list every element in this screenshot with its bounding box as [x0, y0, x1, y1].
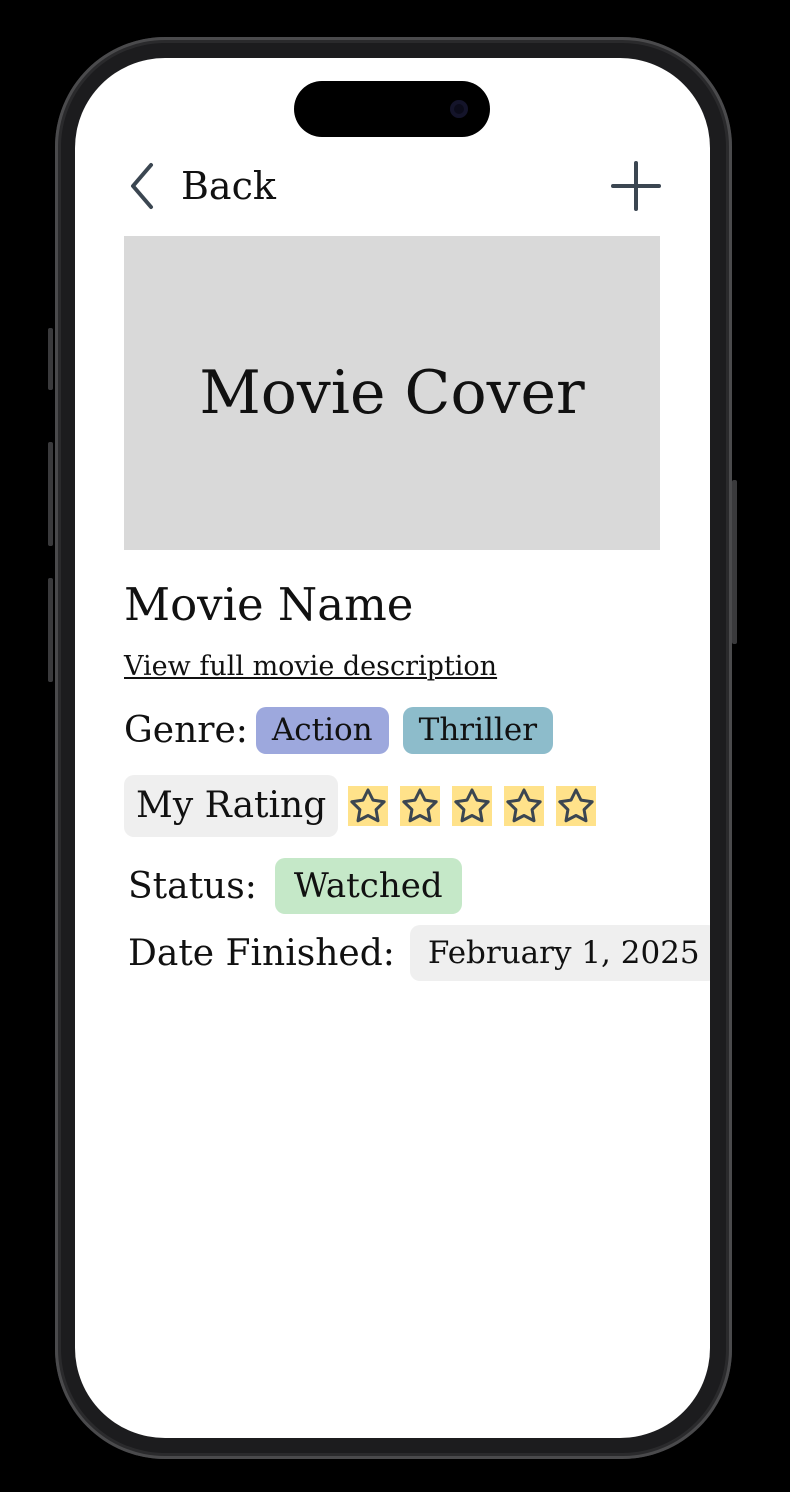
plus-icon[interactable]: [610, 160, 662, 212]
volume-up-button: [48, 442, 53, 546]
status-badge[interactable]: Watched: [274, 858, 462, 914]
back-label: Back: [181, 164, 276, 208]
date-finished-row: Date Finished: February 1, 2025: [128, 925, 710, 981]
action-button: [48, 328, 53, 390]
screen: Back Movie Cover Movie Name View full mo…: [75, 58, 710, 1438]
star-outline-icon[interactable]: [504, 786, 545, 826]
back-button[interactable]: Back: [127, 158, 276, 214]
star-outline-icon[interactable]: [556, 786, 597, 826]
genre-label: Genre:: [124, 710, 248, 751]
genre-row: Genre: Action Thriller: [124, 707, 554, 754]
genre-tag-action[interactable]: Action: [255, 707, 389, 754]
star-outline-icon[interactable]: [348, 786, 389, 826]
power-button: [732, 480, 737, 644]
chevron-left-icon: [131, 163, 153, 209]
movie-cover-label: Movie Cover: [199, 358, 585, 428]
status-row: Status: Watched: [128, 858, 462, 914]
camera-icon: [450, 100, 468, 118]
star-outline-icon[interactable]: [400, 786, 441, 826]
dynamic-island: [294, 81, 490, 137]
movie-cover: Movie Cover: [124, 236, 660, 550]
date-finished-value[interactable]: February 1, 2025: [409, 925, 710, 981]
movie-title: Movie Name: [124, 578, 414, 631]
genre-tag-thriller[interactable]: Thriller: [402, 707, 554, 754]
rating-row: My Rating: [124, 775, 608, 837]
star-outline-icon[interactable]: [452, 786, 493, 826]
status-label: Status:: [128, 865, 257, 907]
volume-down-button: [48, 578, 53, 682]
rating-label: My Rating: [124, 775, 339, 837]
star-rating: [348, 786, 608, 826]
view-description-link[interactable]: View full movie description: [124, 651, 497, 682]
date-finished-label: Date Finished:: [128, 932, 395, 974]
